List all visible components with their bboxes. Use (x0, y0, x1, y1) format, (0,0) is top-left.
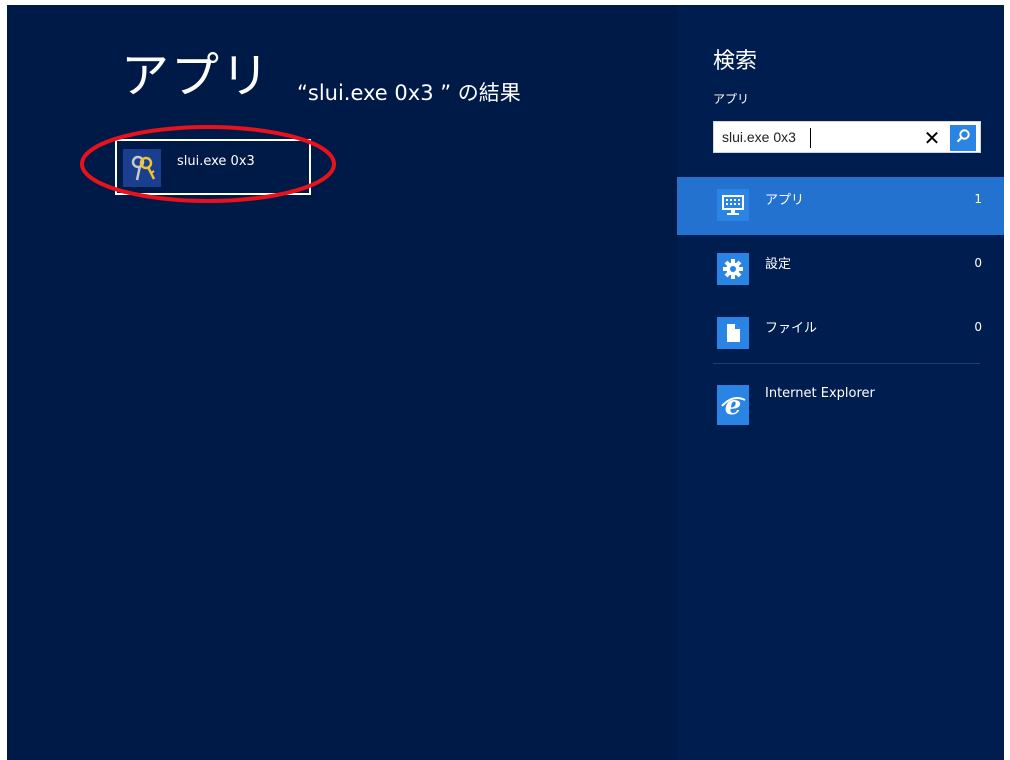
file-icon (717, 317, 749, 349)
internet-explorer-icon: e (717, 385, 749, 425)
category-count: 0 (974, 256, 982, 270)
app-internet-explorer[interactable]: e Internet Explorer (717, 385, 987, 425)
search-button[interactable] (950, 125, 976, 151)
search-scope-label: アプリ (713, 92, 750, 106)
keyboard-icon (717, 189, 749, 221)
text-caret (810, 128, 811, 148)
divider (713, 363, 980, 364)
charm-title: 検索 (713, 49, 758, 74)
gear-icon (717, 253, 749, 285)
category-count: 1 (974, 192, 982, 206)
category-label: 設定 (765, 257, 792, 272)
svg-text:e: e (725, 391, 742, 420)
category-label: アプリ (765, 193, 805, 208)
category-count: 0 (974, 320, 982, 334)
category-settings[interactable]: 設定 0 (677, 241, 1004, 299)
results-pane: アプリ “slui.exe 0x3 ” の結果 slui.exe 0x3 (7, 5, 677, 760)
category-label: ファイル (765, 321, 818, 336)
search-input[interactable]: slui.exe 0x3 (722, 129, 796, 145)
search-box[interactable]: slui.exe 0x3 ✕ (713, 121, 981, 153)
results-title: アプリ (121, 48, 272, 104)
results-subtitle: “slui.exe 0x3 ” の結果 (297, 81, 521, 105)
app-label: Internet Explorer (765, 386, 875, 401)
category-apps[interactable]: アプリ 1 (677, 177, 1004, 235)
highlight-ellipse (80, 125, 336, 203)
search-charm: 検索 アプリ slui.exe 0x3 ✕ アプリ 1 設定 0 ファイル 0 … (677, 5, 1004, 760)
clear-search-button[interactable]: ✕ (920, 126, 944, 150)
search-icon (955, 128, 971, 148)
category-files[interactable]: ファイル 0 (677, 305, 1004, 363)
screen: アプリ “slui.exe 0x3 ” の結果 slui.exe 0x3 検索 … (7, 5, 1004, 760)
